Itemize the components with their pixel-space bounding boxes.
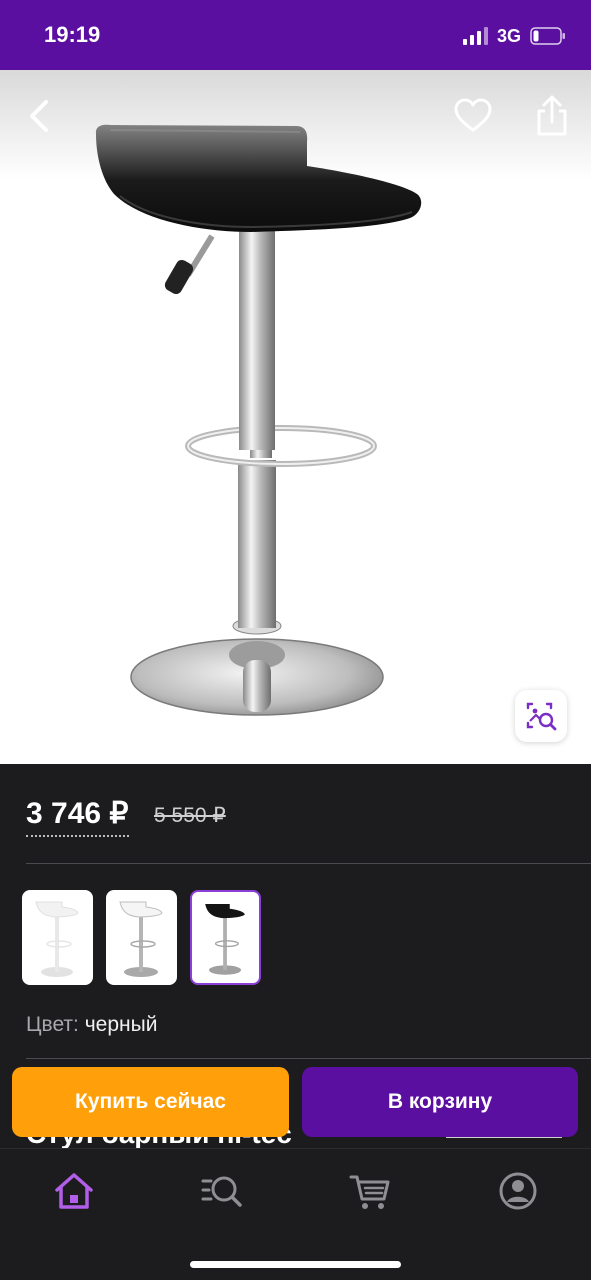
back-icon[interactable]	[22, 96, 58, 136]
heart-icon[interactable]	[452, 96, 494, 136]
cart-icon[interactable]	[348, 1169, 392, 1213]
color-value: черный	[84, 1013, 158, 1036]
color-label: Цвет:	[26, 1013, 79, 1036]
stool-thumb-image	[35, 901, 79, 977]
image-top-shade	[0, 70, 591, 180]
stool-thumb-image	[119, 901, 163, 977]
catalog-search-icon[interactable]	[200, 1169, 244, 1213]
home-indicator	[190, 1261, 401, 1268]
old-price: 5 550 ₽	[154, 804, 226, 827]
divider	[26, 1058, 591, 1059]
variant-thumb-white-2[interactable]	[106, 890, 177, 985]
buy-now-button[interactable]: Купить сейчас	[12, 1067, 289, 1137]
status-bar: 19:19 3G	[0, 0, 591, 70]
profile-icon[interactable]	[496, 1169, 540, 1213]
home-icon[interactable]	[52, 1169, 96, 1213]
signal-icon	[463, 27, 488, 45]
product-image-gallery[interactable]	[0, 70, 591, 764]
current-price[interactable]: 3 746 ₽	[26, 796, 129, 837]
add-to-cart-button[interactable]: В корзину	[302, 1067, 578, 1137]
stool-thumb-image	[205, 904, 245, 975]
image-search-icon	[526, 702, 557, 731]
share-icon[interactable]	[532, 94, 572, 138]
variant-thumb-white[interactable]	[22, 890, 93, 985]
variant-thumb-black[interactable]	[190, 890, 261, 985]
color-line: Цвет: черный	[26, 1013, 157, 1037]
battery-icon	[530, 27, 565, 45]
network-type: 3G	[497, 26, 522, 46]
visual-search-button[interactable]	[515, 690, 567, 742]
bottom-tab-bar	[0, 1148, 591, 1280]
divider	[26, 863, 591, 864]
status-time: 19:19	[44, 22, 101, 47]
